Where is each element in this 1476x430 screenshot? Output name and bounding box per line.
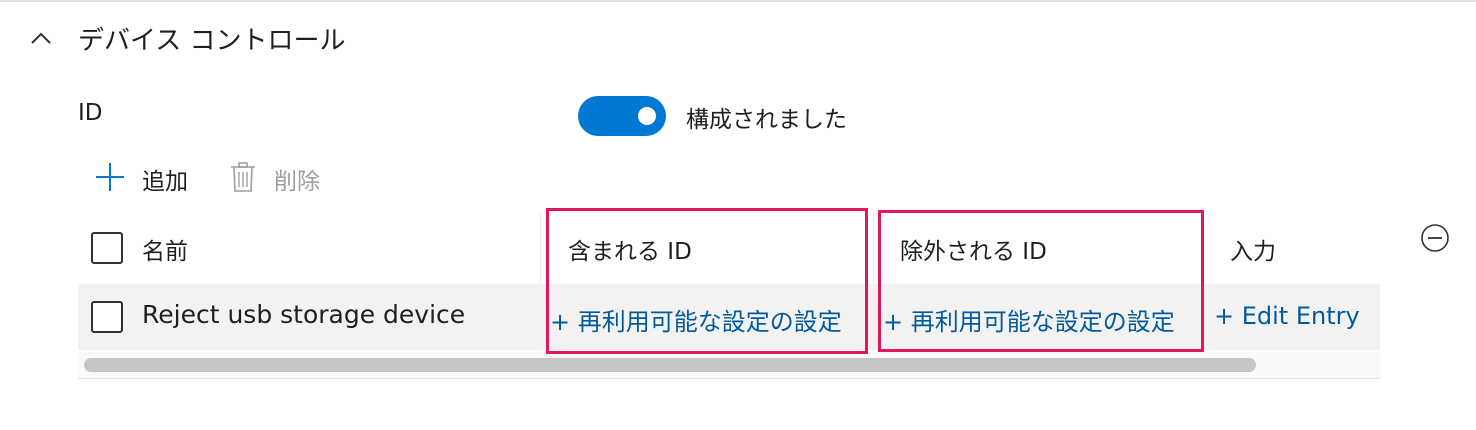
- column-header-entry[interactable]: 入力: [1230, 232, 1276, 266]
- top-divider: [0, 0, 1476, 2]
- add-button[interactable]: 追加: [94, 162, 188, 196]
- select-all-checkbox[interactable]: [91, 232, 123, 264]
- column-header-name[interactable]: 名前: [142, 232, 188, 266]
- trash-icon: [228, 161, 258, 197]
- row-checkbox[interactable]: [91, 301, 123, 333]
- edit-entry-link[interactable]: + Edit Entry: [1214, 302, 1360, 330]
- toggle-status-label: 構成されました: [686, 107, 847, 133]
- scrollbar-thumb[interactable]: [84, 358, 1256, 372]
- section-header[interactable]: デバイス コントロール: [28, 18, 346, 58]
- row-name-cell: Reject usb storage device: [142, 300, 466, 329]
- column-divider[interactable]: [873, 212, 874, 284]
- plus-icon: [94, 161, 126, 197]
- toggle-knob: [638, 107, 656, 125]
- highlight-box-excluded-id: [878, 210, 1204, 352]
- delete-button[interactable]: 削除: [228, 162, 320, 196]
- add-button-label: 追加: [142, 169, 188, 195]
- setting-label: ID: [78, 100, 103, 126]
- minus-circle-icon[interactable]: [1420, 223, 1450, 253]
- section-title: デバイス コントロール: [78, 25, 346, 56]
- horizontal-scrollbar[interactable]: [78, 352, 1380, 379]
- configured-toggle[interactable]: [578, 96, 666, 136]
- column-divider[interactable]: [540, 212, 541, 284]
- highlight-box-included-id: [546, 208, 868, 354]
- delete-button-label: 削除: [274, 169, 320, 195]
- chevron-up-icon[interactable]: [28, 25, 54, 51]
